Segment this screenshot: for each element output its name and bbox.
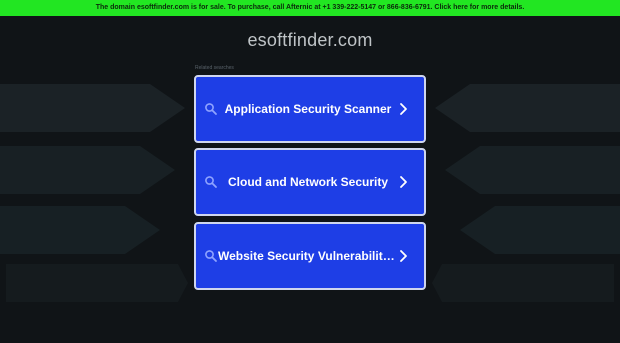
search-icon (205, 250, 217, 262)
related-search-item-2[interactable]: Cloud and Network Security (194, 148, 426, 216)
chevron-right-icon (400, 176, 407, 188)
decorative-chevron-left-3 (0, 206, 160, 254)
site-title: esoftfinder.com (247, 30, 373, 50)
domain-sale-banner[interactable]: The domain esoftfinder.com is for sale. … (0, 0, 620, 16)
decorative-chevron-right-2 (445, 146, 620, 194)
decorative-chevron-left-2 (0, 146, 175, 194)
chevron-right-icon (400, 250, 407, 262)
related-search-item-3[interactable]: Website Security Vulnerability… (194, 222, 426, 290)
chevron-right-icon (400, 103, 407, 115)
related-search-label: Website Security Vulnerability… (218, 249, 398, 263)
related-search-label: Cloud and Network Security (227, 175, 389, 189)
decorative-chevron-right-4 (432, 264, 614, 302)
search-icon (205, 176, 217, 188)
decorative-chevron-left-4 (6, 264, 188, 302)
decorative-chevron-left-1 (0, 84, 185, 132)
related-search-label: Application Security Scanner (224, 102, 392, 116)
related-searches-label: Related searches (195, 65, 234, 71)
decorative-chevron-right-1 (435, 84, 620, 132)
decorative-chevron-right-3 (460, 206, 620, 254)
related-search-item-1[interactable]: Application Security Scanner (194, 75, 426, 143)
search-icon (205, 103, 217, 115)
